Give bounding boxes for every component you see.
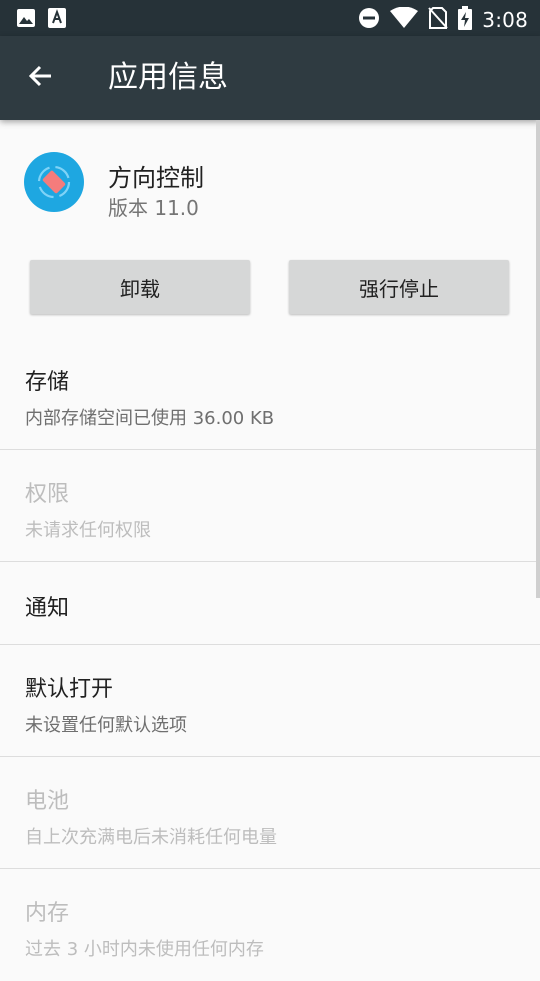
do-not-disturb-icon	[358, 7, 380, 33]
notifications-item[interactable]: 通知	[0, 562, 540, 645]
item-title: 通知	[25, 596, 70, 621]
item-subtitle: 内部存储空间已使用 36.00 KB	[25, 408, 275, 429]
wifi-icon	[390, 6, 419, 33]
item-subtitle: 过去 3 小时内未使用任何内存	[25, 939, 264, 960]
app-header: 方向控制 版本 11.0	[0, 120, 540, 260]
item-title: 电池	[25, 789, 70, 814]
item-subtitle: 未请求任何权限	[25, 520, 151, 541]
scrollbar[interactable]	[536, 120, 540, 598]
font-icon	[48, 8, 66, 32]
page-title: 应用信息	[108, 60, 228, 95]
action-buttons: 卸载 强行停止	[0, 260, 540, 338]
back-button[interactable]	[24, 62, 56, 94]
app-icon	[24, 152, 84, 212]
status-bar: 3:08	[0, 0, 540, 36]
image-icon	[16, 8, 36, 32]
rotation-icon	[37, 165, 71, 199]
item-subtitle: 自上次充满电后未消耗任何电量	[25, 827, 277, 848]
item-title: 默认打开	[25, 677, 114, 702]
item-title: 存储	[25, 370, 70, 395]
no-sim-icon	[428, 7, 449, 33]
memory-item: 内存 过去 3 小时内未使用任何内存	[0, 869, 540, 981]
storage-item[interactable]: 存储 内部存储空间已使用 36.00 KB	[0, 338, 540, 450]
uninstall-button[interactable]: 卸载	[30, 260, 250, 314]
battery-item: 电池 自上次充满电后未消耗任何电量	[0, 757, 540, 869]
app-name: 方向控制	[108, 164, 204, 192]
permissions-item: 权限 未请求任何权限	[0, 450, 540, 562]
item-title: 内存	[25, 901, 70, 926]
force-stop-button[interactable]: 强行停止	[289, 260, 509, 314]
item-title: 权限	[25, 482, 70, 507]
app-version: 版本 11.0	[108, 196, 199, 220]
toolbar: 应用信息	[0, 36, 540, 120]
arrow-back-icon	[27, 63, 53, 93]
item-subtitle: 未设置任何默认选项	[25, 715, 187, 736]
clock: 3:08	[482, 8, 528, 32]
battery-charging-icon	[458, 6, 473, 34]
open-by-default-item[interactable]: 默认打开 未设置任何默认选项	[0, 645, 540, 757]
